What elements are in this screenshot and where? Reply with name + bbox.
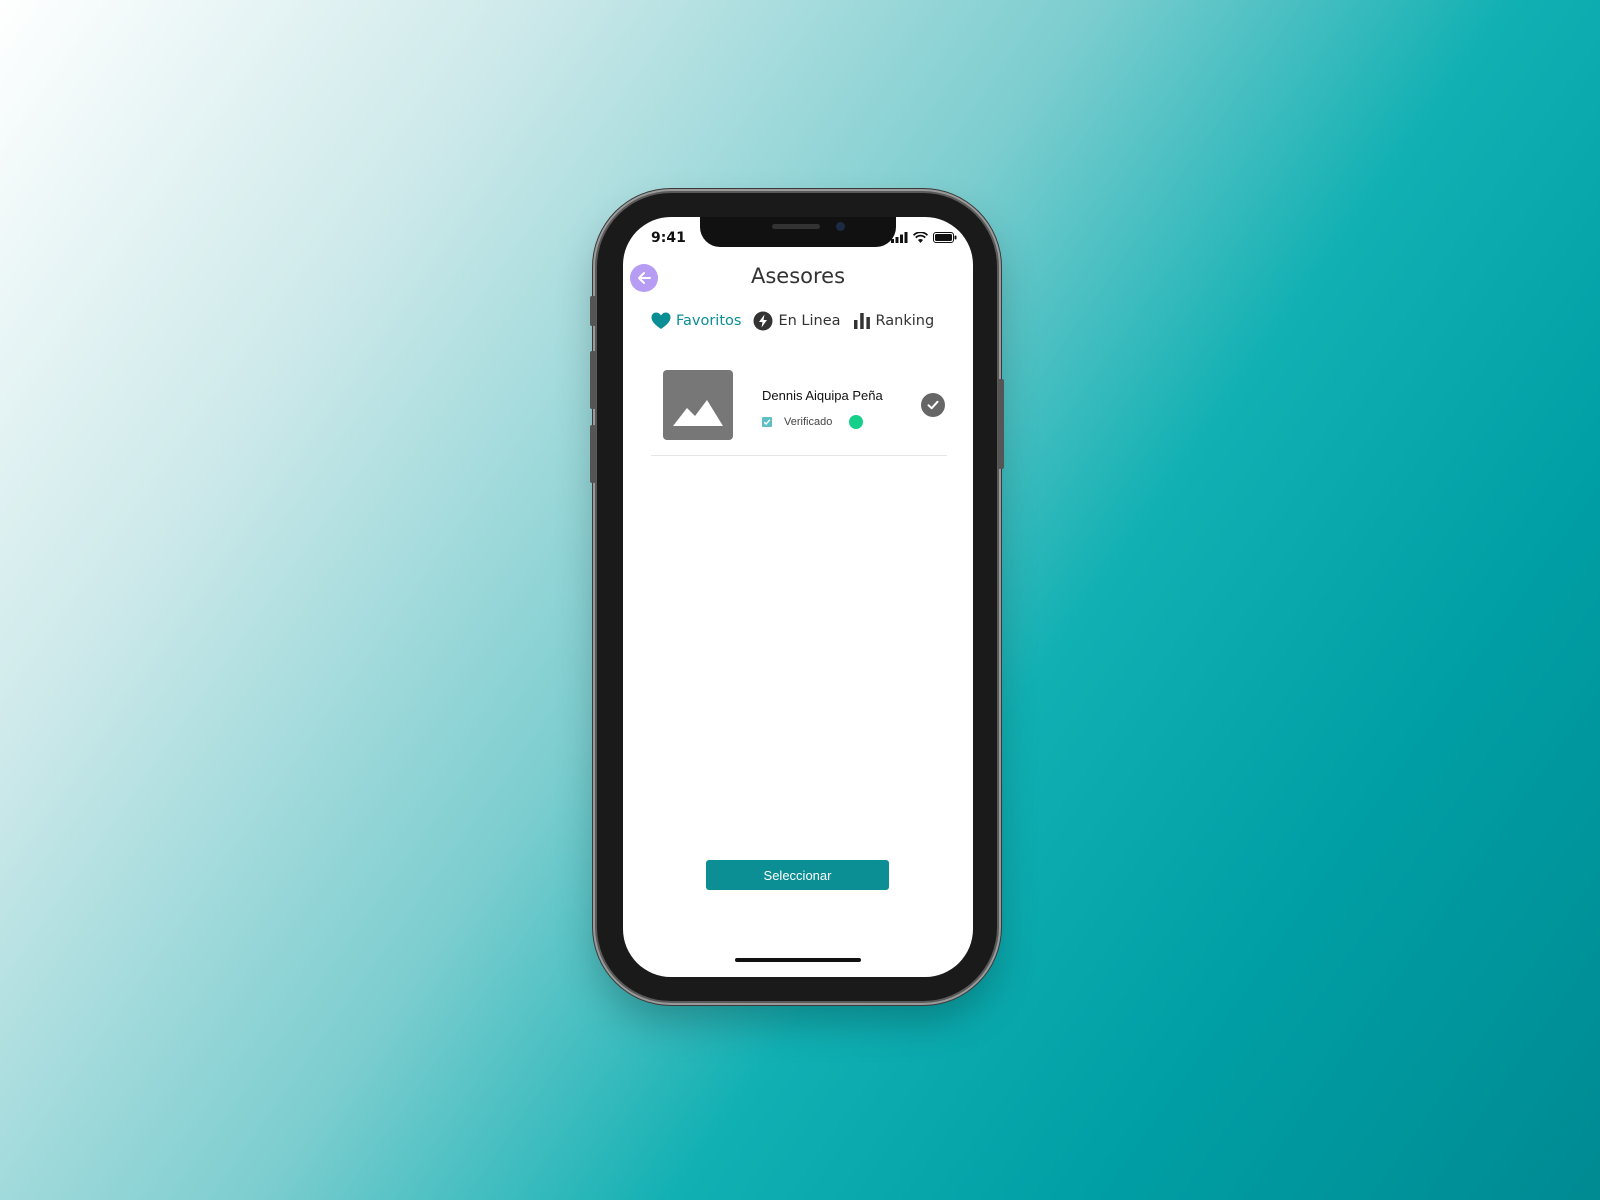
volume-down-button xyxy=(590,425,596,483)
status-time: 9:41 xyxy=(651,230,686,246)
bar-chart-icon xyxy=(853,313,870,329)
tab-ranking[interactable]: Ranking xyxy=(853,312,935,330)
verified-row: Verificado xyxy=(762,415,864,429)
verified-label: Verificado xyxy=(784,416,833,428)
selected-check-icon[interactable] xyxy=(921,393,945,417)
mute-switch xyxy=(590,296,596,326)
volume-up-button xyxy=(590,351,596,409)
tab-en-linea[interactable]: En Linea xyxy=(753,311,841,331)
status-icons xyxy=(891,232,957,243)
image-placeholder-icon xyxy=(673,400,723,426)
online-status-dot xyxy=(849,415,864,429)
tab-favoritos-label: Favoritos xyxy=(676,313,742,329)
wifi-icon xyxy=(913,232,928,243)
bolt-icon xyxy=(753,311,773,331)
power-button xyxy=(998,379,1004,469)
tab-en-linea-label: En Linea xyxy=(778,313,841,329)
page-title: Asesores xyxy=(750,264,846,288)
phone-frame: 9:41 Asesores Favoritos En Linea Ranking… xyxy=(590,193,1004,1001)
signal-icon xyxy=(891,232,908,243)
notch xyxy=(700,217,896,247)
advisor-card[interactable]: Dennis Aiquipa Peña Verificado xyxy=(651,355,947,456)
advisor-photo-placeholder xyxy=(663,370,733,440)
front-camera xyxy=(836,222,845,231)
advisor-name: Dennis Aiquipa Peña xyxy=(762,388,883,403)
heart-icon xyxy=(651,312,671,329)
tab-bar: Favoritos En Linea Ranking xyxy=(651,311,946,331)
tab-ranking-label: Ranking xyxy=(875,313,935,329)
battery-icon xyxy=(933,232,957,243)
verified-check-icon xyxy=(762,417,772,427)
tab-favoritos[interactable]: Favoritos xyxy=(651,312,741,330)
app-screen: 9:41 Asesores Favoritos En Linea Ranking… xyxy=(623,217,973,977)
speaker xyxy=(772,224,820,229)
home-indicator[interactable] xyxy=(735,958,861,962)
select-button[interactable]: Seleccionar xyxy=(706,860,889,890)
